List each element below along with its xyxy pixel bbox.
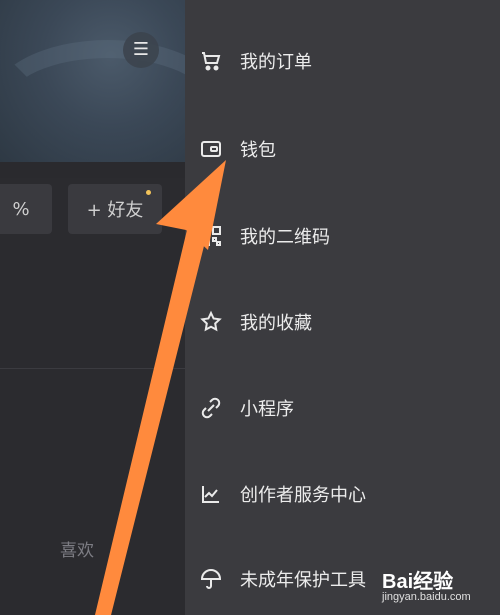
hamburger-icon: ☰ [132,39,150,60]
drawer-item-mini-program[interactable]: 小程序 [198,395,294,421]
drawer-panel [185,0,500,615]
baidu-jingyan-watermark: Bai经验 jingyan.baidu.com [382,565,492,609]
app-screen: ☰ % + 好友 喜欢 我的订单 钱包 我的二维码 我的收藏 小程序 创作者服务… [0,0,500,615]
umbrella-icon [198,566,224,592]
drawer-item-label: 未成年保护工具 [240,570,366,591]
profile-separator [0,162,185,178]
drawer-item-label: 创作者服务中心 [240,485,366,506]
star-icon [198,309,224,335]
left-divider [0,368,185,369]
profile-cover-image: ☰ [0,0,226,166]
notification-dot [146,190,151,195]
menu-button[interactable]: ☰ [123,32,159,68]
watermark-brand: Bai经验 [382,571,454,593]
link-icon [198,395,224,421]
cart-icon [198,48,224,74]
drawer-item-qr-code[interactable]: 我的二维码 [198,223,330,249]
qr-code-icon [198,223,224,249]
drawer-item-favorites[interactable]: 我的收藏 [198,309,312,335]
drawer-item-label: 我的二维码 [240,227,330,248]
drawer-item-label: 我的收藏 [240,313,312,334]
drawer-item-label: 钱包 [240,140,276,161]
likes-tab-label[interactable]: 喜欢 [60,536,94,561]
drawer-item-label: 我的订单 [240,52,312,73]
drawer-item-wallet[interactable]: 钱包 [198,136,276,162]
chart-line-icon [198,481,224,507]
drawer-item-creator-center[interactable]: 创作者服务中心 [198,481,366,507]
add-friend-label: + 好友 [86,200,144,221]
percent-text: % [12,198,30,220]
drawer-item-label: 小程序 [240,399,294,420]
watermark-url: jingyan.baidu.com [382,591,471,603]
wallet-icon [198,136,224,162]
percent-chip[interactable]: % [0,184,52,234]
drawer-item-minor-protection[interactable]: 未成年保护工具 [198,566,366,592]
drawer-item-orders[interactable]: 我的订单 [198,48,312,74]
